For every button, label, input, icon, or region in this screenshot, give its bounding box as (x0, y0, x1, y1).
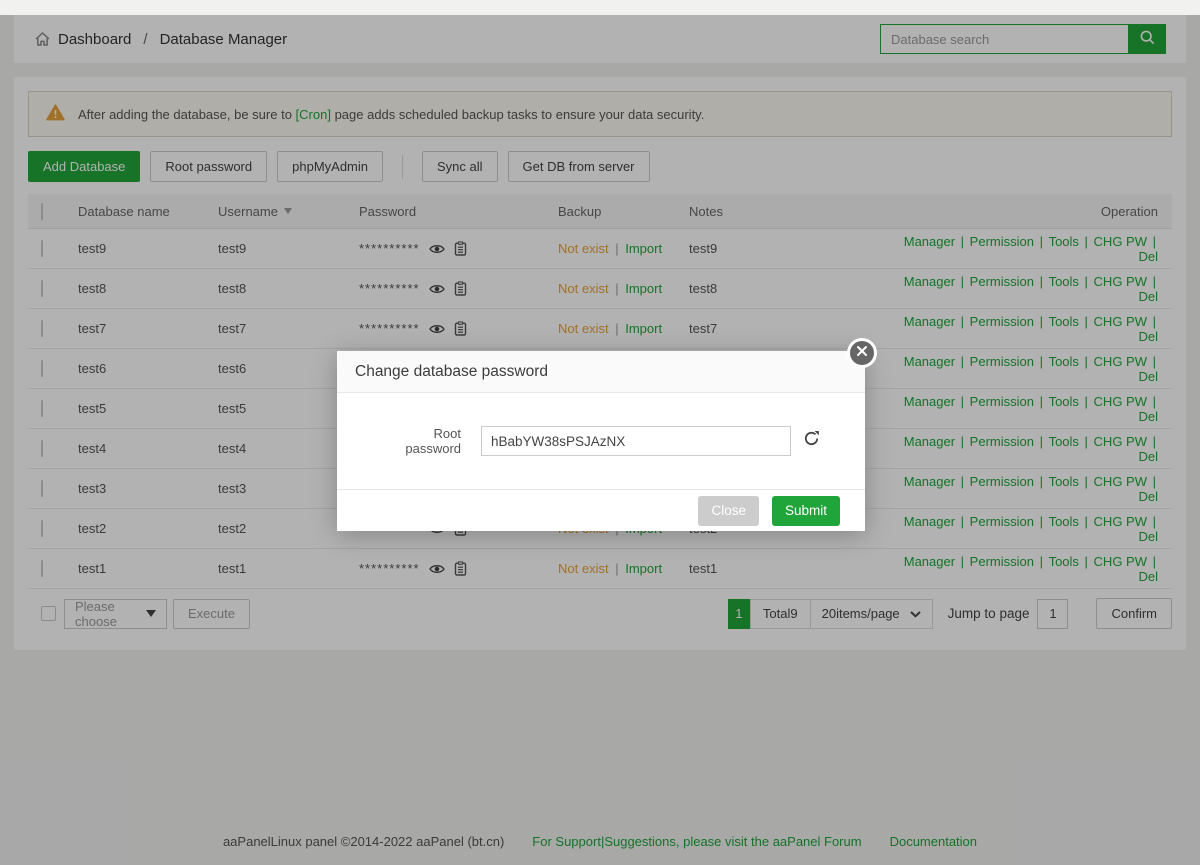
regenerate-password-button[interactable] (803, 430, 820, 452)
root-password-label: Root password (375, 426, 461, 456)
modal-submit-button[interactable]: Submit (772, 496, 840, 526)
refresh-icon (803, 430, 820, 452)
modal-close-button[interactable] (847, 338, 877, 368)
modal-body: Root password (337, 393, 865, 489)
modal-footer: Close Submit (337, 489, 865, 531)
close-icon (856, 344, 868, 362)
modal-title: Change database password (355, 363, 548, 381)
modal-close-action-button[interactable]: Close (698, 496, 759, 526)
root-password-input[interactable] (481, 426, 791, 456)
change-password-modal: Change database password Root password C… (337, 351, 865, 531)
modal-header: Change database password (337, 351, 865, 393)
